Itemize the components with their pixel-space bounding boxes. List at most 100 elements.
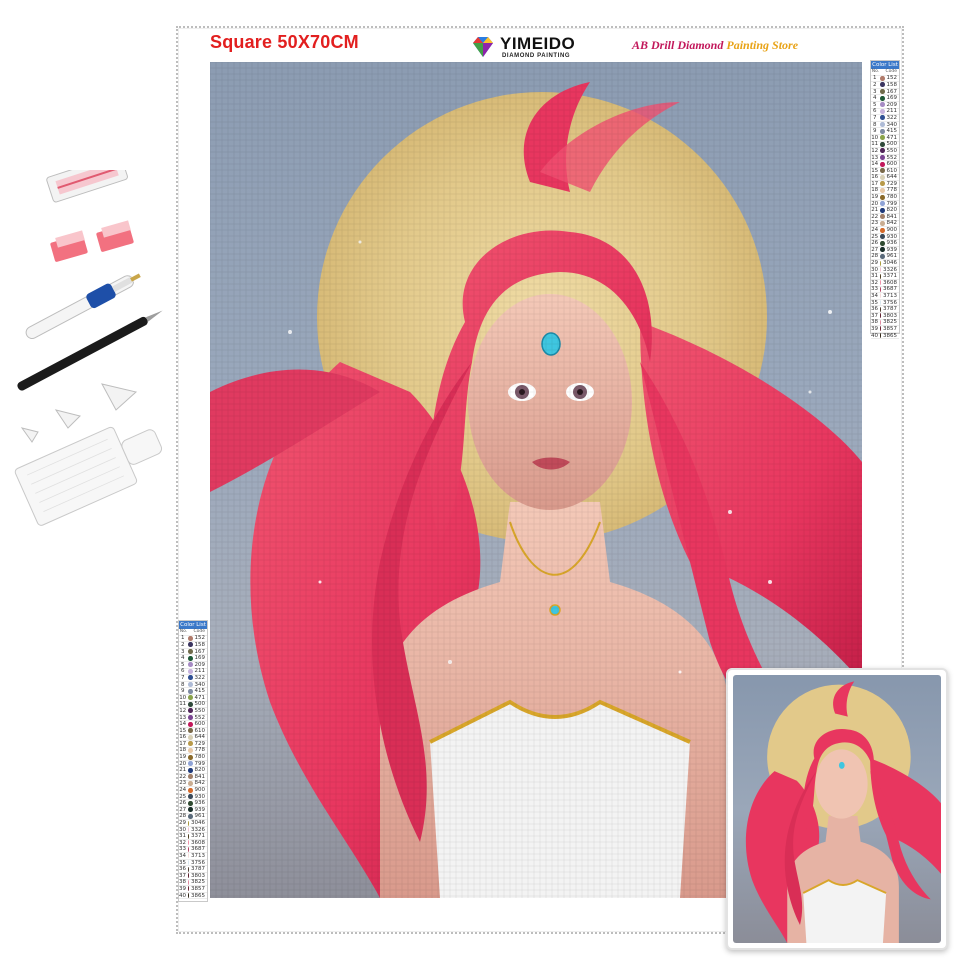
color-swatch-icon [188,662,193,668]
color-swatch-icon [188,741,193,747]
color-swatch-icon [188,893,189,899]
color-list-row-no: 29 [179,820,186,827]
color-list-row-code: 939 [886,246,898,253]
color-swatch-icon [188,820,189,826]
color-swatch-icon [188,833,189,839]
color-list-row-no: 32 [871,279,878,286]
color-swatch-icon [880,313,881,319]
color-list-row-no: 26 [871,240,879,247]
color-swatch-icon [188,688,193,694]
color-list-row-code: 939 [194,806,206,813]
color-swatch-icon [880,260,881,266]
color-list-row-no: 27 [179,806,187,813]
color-list-row-no: 10 [179,694,187,701]
color-list-row-no: 20 [871,200,879,207]
color-list-row-no: 1 [180,635,185,642]
brand-subtitle: DIAMOND PAINTING [502,53,571,59]
color-list-row-no: 23 [179,780,187,787]
color-list-row-no: 39 [871,325,878,332]
color-list-row-code: 158 [194,641,206,648]
color-swatch-icon [880,286,881,292]
color-list-row-no: 34 [179,852,186,859]
color-list-row-code: 169 [194,655,206,662]
color-swatch-icon [188,754,193,760]
color-list-row-no: 31 [871,273,878,280]
color-swatch-icon [188,708,193,714]
color-swatch-icon [188,800,193,806]
color-swatch-icon [880,148,885,154]
color-swatch-icon [188,668,193,674]
color-swatch-icon [188,695,193,701]
color-list-row-code: 3326 [883,266,897,273]
color-list-row-no: 9 [872,128,877,135]
color-list-row-code: 3687 [191,846,205,853]
color-swatch-icon [188,780,193,786]
color-list-row-code: 936 [886,240,898,247]
color-list-row-code: 778 [194,747,206,754]
color-list-row-no: 30 [179,826,186,833]
color-list-row-no: 37 [871,312,878,319]
color-list-row-no: 25 [179,793,187,800]
color-list-row-no: 14 [871,161,879,168]
color-swatch-icon [188,701,193,707]
color-swatch-icon [880,82,885,88]
color-swatch-icon [188,642,193,648]
color-list-row-no: 38 [871,319,878,326]
color-list-row-code: 930 [194,793,206,800]
color-list-row-code: 340 [886,121,898,128]
color-swatch-icon [188,734,193,740]
color-list-row-code: 209 [886,101,898,108]
color-list-row-no: 23 [871,220,879,227]
color-swatch-icon [880,128,885,134]
color-swatch-icon [880,280,881,286]
color-swatch-icon [880,181,885,187]
color-list-row-code: 3787 [191,866,205,873]
color-list-row-code: 211 [886,108,898,115]
color-swatch-icon [188,728,193,734]
color-swatch-icon [880,333,881,339]
color-list-row-code: 780 [886,194,898,201]
color-swatch-icon [880,227,885,233]
color-list-row-code: 152 [194,635,206,642]
color-list-row-code: 820 [886,207,898,214]
color-list-row-code: 820 [194,767,206,774]
color-list-row-no: 34 [871,292,878,299]
color-list-row-no: 33 [871,286,878,293]
color-list-row-no: 27 [871,246,879,253]
color-swatch-icon [880,326,881,332]
color-list-row-no: 9 [180,688,185,695]
color-list-row-code: 322 [886,114,898,121]
color-list-row-code: 500 [886,141,898,148]
color-list-row-code: 600 [886,161,898,168]
color-swatch-icon [880,214,885,220]
color-list-row-code: 799 [194,760,206,767]
brand-name: YIMEIDO [500,34,576,53]
color-list-row-no: 21 [179,767,187,774]
color-list-row: 40 3865 [871,333,899,340]
color-list-row-code: 610 [886,167,898,174]
color-list-row-code: 3756 [883,299,897,306]
color-list-row-code: 340 [194,681,206,688]
color-list-row-no: 29 [871,260,878,267]
color-list-row-no: 4 [180,655,185,662]
color-swatch-icon [880,194,885,200]
color-list-row-no: 15 [871,167,879,174]
color-list-row-code: 778 [886,187,898,194]
color-list-row-code: 3046 [883,260,897,267]
wax-pads-icon [50,220,134,262]
color-list-row-no: 3 [180,648,185,655]
color-list-row-code: 3857 [883,325,897,332]
color-list-row-no: 40 [871,332,878,339]
color-list-row-no: 21 [871,207,879,214]
color-list-row-no: 3 [872,88,877,95]
color-list-row-code: 167 [194,648,206,655]
color-list-row-no: 12 [871,147,879,154]
color-list-row-no: 35 [871,299,878,306]
color-list-row-no: 7 [872,114,877,121]
color-list-row-code: 211 [194,668,206,675]
color-swatch-icon [880,253,885,259]
color-swatch-icon [188,840,189,846]
color-swatch-icon [880,240,885,246]
color-swatch-icon [188,794,193,800]
color-list-row-code: 610 [194,727,206,734]
